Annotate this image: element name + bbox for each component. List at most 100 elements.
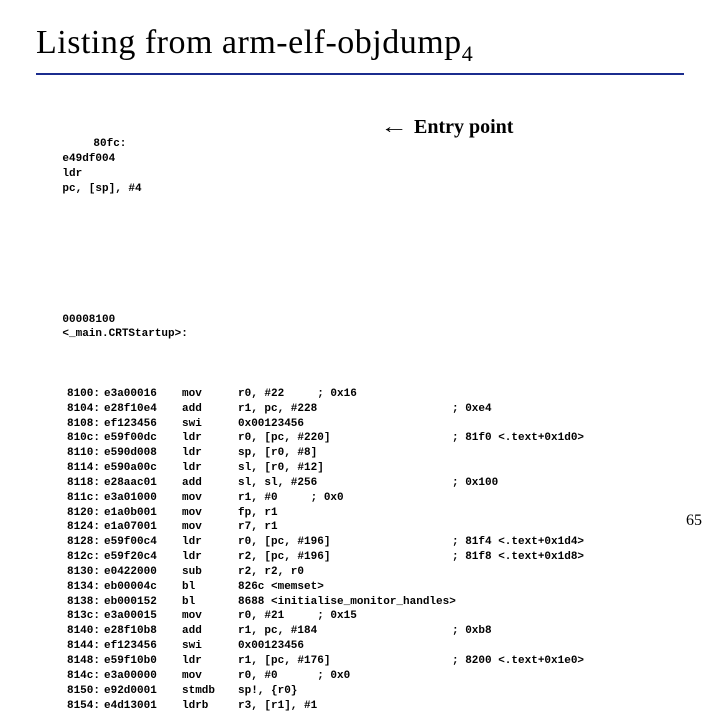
comment: ; 81f0 <.text+0x1d0>	[452, 431, 584, 446]
listing-row: 812c:e59f20c4ldrr2, [pc, #196]; 81f8 <.t…	[36, 550, 684, 565]
hex: e1a07001	[104, 520, 182, 535]
addr: 8134:	[36, 580, 104, 595]
hex: e3a00000	[104, 669, 182, 684]
operands: r2, r2, r0	[238, 565, 452, 580]
hex: e59f20c4	[104, 550, 182, 565]
listing-row: 8104:e28f10e4addr1, pc, #228; 0xe4	[36, 402, 684, 417]
addr: 8148:	[36, 654, 104, 669]
listing-row: 8108:ef123456swi0x00123456	[36, 417, 684, 432]
operands: r1, #0 ; 0x0	[238, 491, 452, 506]
entry-point-annotation: ← Entry point	[380, 116, 513, 139]
hex: e3a00016	[104, 387, 182, 402]
listing-row: 80fc: e49df004 ldr pc, [sp], #4	[36, 122, 684, 226]
disassembly-listing: 80fc: e49df004 ldr pc, [sp], #4 00008100…	[36, 93, 684, 728]
hex: e49df004	[62, 152, 140, 167]
operands: r0, #22 ; 0x16	[238, 387, 452, 402]
listing-row: 8140:e28f10b8addr1, pc, #184; 0xb8	[36, 624, 684, 639]
mnemonic: mov	[182, 609, 238, 624]
addr: 8118:	[36, 476, 104, 491]
mnemonic: mov	[182, 520, 238, 535]
addr: 811c:	[36, 491, 104, 506]
operands: r1, [pc, #176]	[238, 654, 452, 669]
operands: r7, r1	[238, 520, 452, 535]
listing-row: 8154:e4d13001ldrbr3, [r1], #1	[36, 699, 684, 714]
addr: 8150:	[36, 684, 104, 699]
addr: 8114:	[36, 461, 104, 476]
listing-row: 813c:e3a00015movr0, #21 ; 0x15	[36, 609, 684, 624]
mnemonic: add	[182, 476, 238, 491]
addr: 8124:	[36, 520, 104, 535]
hex: e590d008	[104, 446, 182, 461]
mnemonic: swi	[182, 639, 238, 654]
hex: e59f00dc	[104, 431, 182, 446]
hex: e59f10b0	[104, 654, 182, 669]
hex: e0422000	[104, 565, 182, 580]
mnemonic: ldr	[182, 431, 238, 446]
addr: 80fc:	[62, 137, 130, 152]
title-subscript: 4	[462, 41, 474, 66]
operands: 8688 <initialise_monitor_handles>	[238, 595, 452, 610]
hex: eb000152	[104, 595, 182, 610]
operands: 0x00123456	[238, 639, 452, 654]
mnemonic: mov	[182, 491, 238, 506]
addr: 8110:	[36, 446, 104, 461]
operands: r1, pc, #184	[238, 624, 452, 639]
addr: 813c:	[36, 609, 104, 624]
operands: sl, [r0, #12]	[238, 461, 452, 476]
listing-row: 8138:eb000152bl8688 <initialise_monitor_…	[36, 595, 684, 610]
addr: 8140:	[36, 624, 104, 639]
mnemonic: ldr	[182, 654, 238, 669]
hex: e59f00c4	[104, 535, 182, 550]
listing-row: 811c:e3a01000movr1, #0 ; 0x0	[36, 491, 684, 506]
mnemonic: ldr	[182, 446, 238, 461]
hex: e28aac01	[104, 476, 182, 491]
mnemonic: sub	[182, 565, 238, 580]
operands: 0x00123456	[238, 417, 452, 432]
comment: ; 0x100	[452, 476, 498, 491]
hex: eb00004c	[104, 580, 182, 595]
left-arrow-icon: ←	[380, 116, 408, 139]
addr: 8138:	[36, 595, 104, 610]
mnemonic: mov	[182, 387, 238, 402]
operands: r1, pc, #228	[238, 402, 452, 417]
mnemonic: stmdb	[182, 684, 238, 699]
comment: ; 81f8 <.text+0x1d8>	[452, 550, 584, 565]
hex: e590a00c	[104, 461, 182, 476]
symbol-row: 00008100 <_main.CRTStartup>:	[36, 298, 684, 357]
operands: r0, #0 ; 0x0	[238, 669, 452, 684]
addr: 812c:	[36, 550, 104, 565]
hex: e4d13001	[104, 699, 182, 714]
comment: ; 8200 <.text+0x1e0>	[452, 654, 584, 669]
operands: sp!, {r0}	[238, 684, 452, 699]
mnemonic: ldr	[182, 461, 238, 476]
addr: 814c:	[36, 669, 104, 684]
hex: e28f10b8	[104, 624, 182, 639]
listing-row: 8130:e0422000subr2, r2, r0	[36, 565, 684, 580]
listing-row: 810c:e59f00dcldrr0, [pc, #220]; 81f0 <.t…	[36, 431, 684, 446]
hex: e92d0001	[104, 684, 182, 699]
hex: ef123456	[104, 417, 182, 432]
mnemonic: add	[182, 624, 238, 639]
operands: 826c <memset>	[238, 580, 452, 595]
operands: pc, [sp], #4	[62, 182, 276, 197]
operands: r0, #21 ; 0x15	[238, 609, 452, 624]
page-number: 65	[686, 512, 702, 530]
title-text: Listing from arm-elf-objdump	[36, 24, 462, 61]
addr: 8120:	[36, 506, 104, 521]
listing-row: 8134:eb00004cbl826c <memset>	[36, 580, 684, 595]
addr: 8100:	[36, 387, 104, 402]
listing-row: 8128:e59f00c4ldrr0, [pc, #196]; 81f4 <.t…	[36, 535, 684, 550]
operands: sl, sl, #256	[238, 476, 452, 491]
operands: fp, r1	[238, 506, 452, 521]
instruction-rows: 8100:e3a00016movr0, #22 ; 0x168104:e28f1…	[36, 387, 684, 714]
hex: ef123456	[104, 639, 182, 654]
mnemonic: add	[182, 402, 238, 417]
hex: e3a00015	[104, 609, 182, 624]
mnemonic: mov	[182, 506, 238, 521]
listing-row: 814c:e3a00000movr0, #0 ; 0x0	[36, 669, 684, 684]
addr: 8104:	[36, 402, 104, 417]
operands: r0, [pc, #220]	[238, 431, 452, 446]
annotation-text: Entry point	[414, 116, 513, 138]
mnemonic: ldrb	[182, 699, 238, 714]
operands: r3, [r1], #1	[238, 699, 452, 714]
